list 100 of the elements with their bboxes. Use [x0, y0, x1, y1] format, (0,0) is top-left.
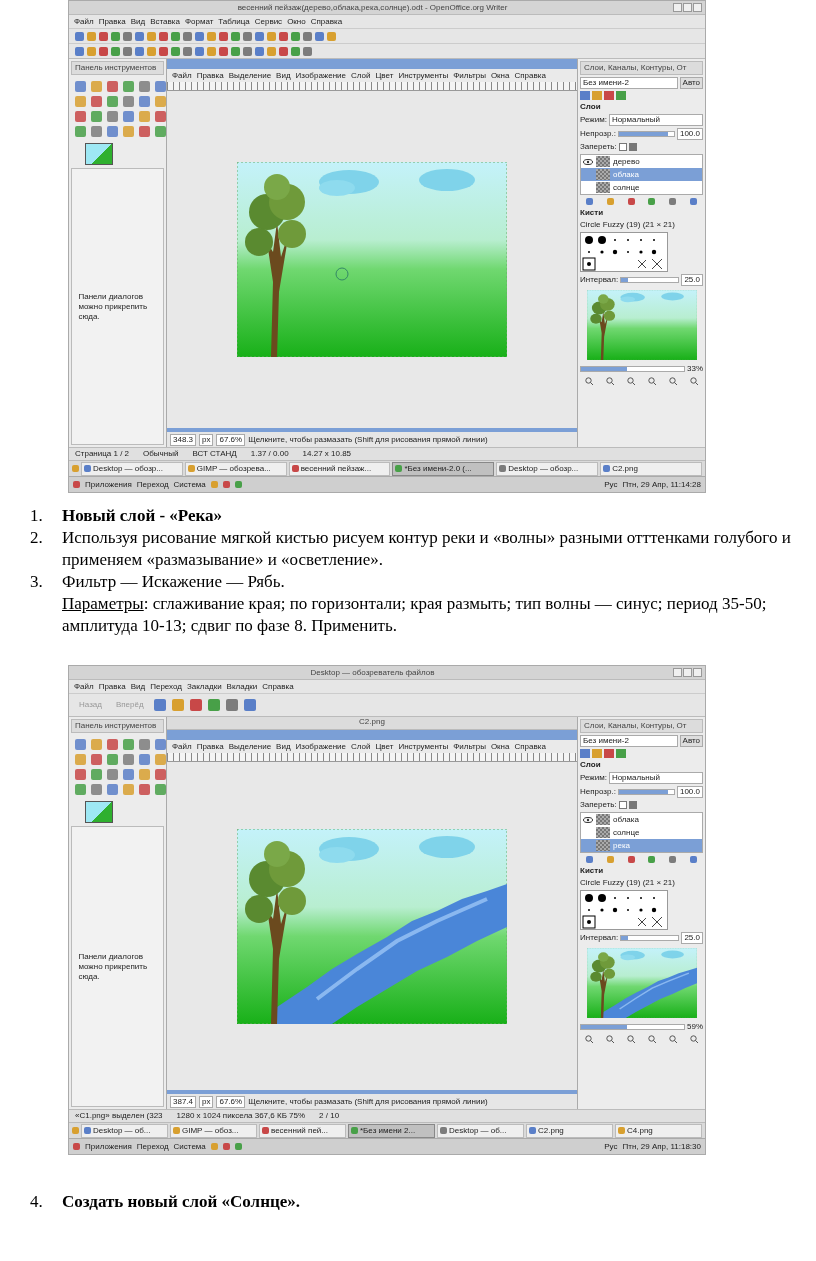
spacing-field[interactable]: 25.0 [681, 932, 703, 944]
tool-icon[interactable] [155, 96, 166, 107]
toolbar-icon[interactable] [243, 699, 256, 711]
menu-item[interactable]: Справка [514, 70, 546, 81]
tool-icon[interactable] [91, 769, 102, 780]
menu-item[interactable]: Выделение [228, 741, 272, 752]
unit-select[interactable]: px [199, 1095, 214, 1108]
layer-action-icon[interactable] [648, 856, 656, 863]
tool-icon[interactable] [91, 96, 102, 107]
layer-action-icon[interactable] [669, 856, 677, 863]
menu-item[interactable]: Справка [262, 681, 294, 692]
image-select[interactable]: Без имени-2 [580, 77, 678, 89]
menu-item[interactable]: Слой [351, 70, 371, 81]
menu-item[interactable]: Таблица [218, 16, 250, 27]
layer-action-icon[interactable] [627, 198, 635, 205]
panel-menu[interactable]: Приложения [85, 479, 132, 490]
tool-icon[interactable] [107, 784, 118, 795]
menu-item[interactable]: Формат [184, 16, 214, 27]
taskbar-button[interactable]: C2.png [526, 1123, 613, 1138]
toolbar-icon[interactable] [225, 699, 238, 711]
layer-row[interactable]: дерево [581, 155, 702, 168]
menu-item[interactable]: Справка [310, 16, 343, 27]
tool-icon[interactable] [107, 126, 118, 137]
zoom-slider[interactable] [580, 1024, 685, 1030]
tool-icon[interactable] [91, 739, 102, 750]
tool-icon[interactable] [107, 769, 118, 780]
spacing-slider[interactable] [620, 277, 680, 283]
opacity-field[interactable]: 100.0 [676, 128, 703, 140]
tool-icon[interactable] [139, 739, 150, 750]
menu-item[interactable]: Переход [150, 681, 182, 692]
taskbar-button[interactable]: весенний пейзаж... [288, 461, 391, 476]
show-desktop-icon[interactable] [72, 465, 79, 472]
menu-item[interactable]: Слой [351, 741, 371, 752]
toolbar-icon[interactable] [207, 699, 220, 711]
menu-item[interactable]: Выделение [228, 70, 272, 81]
tool-icon[interactable] [91, 784, 102, 795]
tool-icon[interactable] [139, 784, 150, 795]
layer-action-icon[interactable] [606, 198, 614, 205]
menu-item[interactable]: Вкладки [226, 681, 258, 692]
layer-row[interactable]: облака [581, 813, 702, 826]
taskbar-button[interactable]: Desktop — обозр... [496, 461, 599, 476]
tool-icon[interactable] [155, 81, 166, 92]
tool-icon[interactable] [155, 769, 166, 780]
clock[interactable]: Птн, 29 Апр, 11:14:28 [622, 479, 701, 490]
tool-icon[interactable] [75, 81, 86, 92]
layer-row[interactable]: солнце [581, 826, 702, 839]
tool-icon[interactable] [155, 754, 166, 765]
toolbar-icon[interactable] [189, 699, 202, 711]
tool-icon[interactable] [123, 96, 134, 107]
menu-item[interactable]: Вид [130, 16, 146, 27]
menu-item[interactable]: Инструменты [398, 70, 449, 81]
tool-icon[interactable] [139, 769, 150, 780]
lock-alpha-checkbox[interactable] [628, 143, 637, 151]
layer-action-icon[interactable] [690, 856, 698, 863]
color-swatch-icon[interactable] [85, 143, 113, 165]
menu-item[interactable]: Цвет [375, 741, 394, 752]
tool-icon[interactable] [139, 754, 150, 765]
taskbar-button[interactable]: C2.png [600, 461, 702, 476]
panel-menu[interactable]: Приложения [85, 1141, 132, 1152]
menu-item[interactable]: Сервис [254, 16, 283, 27]
tool-icon[interactable] [139, 96, 150, 107]
opacity-field[interactable]: 100.0 [676, 786, 703, 798]
tool-icon[interactable] [75, 784, 86, 795]
tool-icon[interactable] [123, 754, 134, 765]
taskbar-button[interactable]: Desktop — обозр... [81, 461, 183, 476]
menu-item[interactable]: Цвет [375, 70, 394, 81]
image-select[interactable]: Без имени-2 [580, 735, 678, 747]
layer-action-icon[interactable] [690, 198, 698, 205]
menu-item[interactable]: Правка [98, 681, 126, 692]
tool-icon[interactable] [139, 111, 150, 122]
tool-icon[interactable] [91, 81, 102, 92]
taskbar-button[interactable]: *Без имени-2.0 (... [392, 461, 495, 476]
layer-action-icon[interactable] [585, 856, 593, 863]
tool-icon[interactable] [75, 126, 86, 137]
tool-icon[interactable] [75, 769, 86, 780]
tool-icon[interactable] [107, 739, 118, 750]
tool-icon[interactable] [75, 111, 86, 122]
menu-item[interactable]: Файл [74, 16, 94, 27]
taskbar-button[interactable]: Desktop — об... [81, 1123, 168, 1138]
tool-icon[interactable] [75, 739, 86, 750]
tool-icon[interactable] [123, 126, 134, 137]
opacity-slider[interactable] [617, 131, 675, 137]
taskbar-button[interactable]: GIMP — обозрева... [184, 461, 287, 476]
menu-item[interactable]: Окна [490, 741, 510, 752]
clock[interactable]: Птн, 29 Апр, 11:18:30 [622, 1141, 701, 1152]
mode-select[interactable]: Нормальный [608, 772, 703, 784]
tool-icon[interactable] [107, 111, 118, 122]
menu-item[interactable]: Окно [287, 16, 306, 27]
tool-icon[interactable] [91, 111, 102, 122]
auto-button[interactable]: Авто [679, 735, 703, 747]
zoom-slider[interactable] [580, 366, 685, 372]
tool-icon[interactable] [123, 769, 134, 780]
toolbar-icon[interactable] [171, 699, 184, 711]
menu-item[interactable]: Файл [172, 70, 192, 81]
tool-icon[interactable] [123, 739, 134, 750]
taskbar-button[interactable]: C4.png [615, 1123, 702, 1138]
layer-action-icon[interactable] [606, 856, 614, 863]
position-field[interactable]: 387.4 [170, 1095, 197, 1108]
layer-row[interactable]: солнце [581, 181, 702, 194]
taskbar-button[interactable]: *Без имени 2... [348, 1123, 435, 1138]
